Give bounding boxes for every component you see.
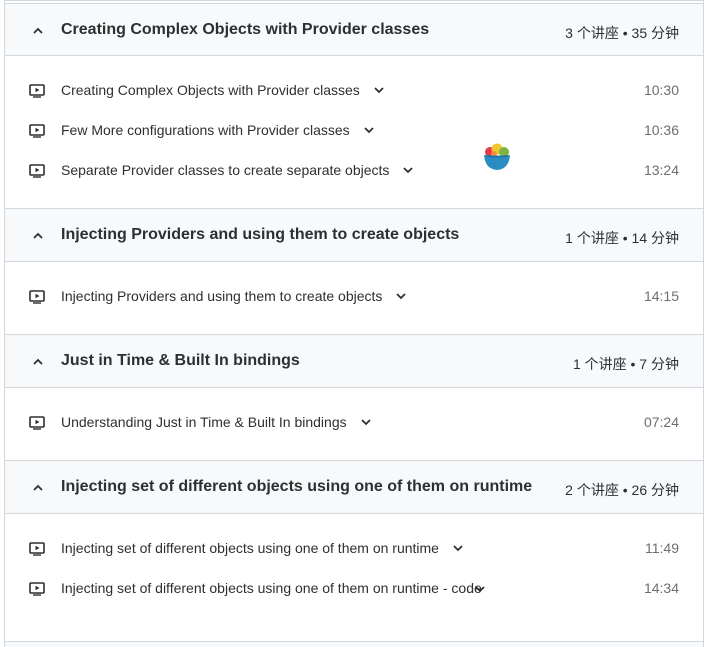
lecture-item[interactable]: Understanding Just in Time & Built In bi… — [5, 412, 703, 434]
video-play-icon — [29, 164, 45, 178]
section-title: Just in Time & Built In bindings — [61, 352, 300, 369]
expand-lecture-button[interactable] — [368, 79, 390, 101]
lecture-duration: 11:49 — [645, 540, 679, 556]
lecture-duration: 10:30 — [643, 82, 679, 98]
chevron-down-icon — [396, 293, 407, 300]
section-header-injecting-providers[interactable]: Injecting Providers and using them to cr… — [5, 208, 703, 262]
chevron-down-icon — [360, 419, 371, 426]
chevron-up-icon — [33, 358, 43, 365]
expand-lecture-button[interactable] — [390, 285, 412, 307]
lecture-duration: 14:15 — [643, 288, 679, 304]
expand-lecture-button[interactable] — [355, 411, 377, 433]
lecture-duration: 14:34 — [643, 580, 679, 596]
section-meta: 2 个讲座 • 26 分钟 — [565, 482, 679, 498]
video-play-icon — [29, 84, 45, 98]
lecture-item[interactable]: Creating Complex Objects with Provider c… — [5, 80, 703, 102]
section-title: Injecting Providers and using them to cr… — [61, 226, 460, 243]
lecture-item[interactable]: Injecting set of different objects using… — [5, 538, 703, 560]
lecture-title: Creating Complex Objects with Provider c… — [61, 80, 390, 102]
section-meta: 1 个讲座 • 7 分钟 — [572, 356, 679, 372]
expand-lecture-button[interactable] — [358, 119, 380, 141]
video-play-icon — [29, 542, 45, 556]
chevron-down-icon — [453, 545, 463, 552]
video-play-icon — [29, 582, 45, 596]
video-play-icon — [29, 124, 45, 138]
section-divider — [5, 641, 703, 647]
lecture-title: Injecting Providers and using them to cr… — [61, 286, 412, 308]
lecture-title: Injecting set of different objects using… — [61, 538, 469, 560]
video-play-icon — [29, 416, 45, 430]
expand-lecture-button[interactable] — [469, 578, 491, 600]
lecture-title: Understanding Just in Time & Built In bi… — [61, 412, 377, 434]
lecture-title: Injecting set of different objects using… — [61, 578, 511, 598]
chevron-up-icon — [33, 27, 43, 34]
chevron-down-icon — [475, 586, 485, 593]
chevron-up-icon — [33, 232, 43, 239]
chevron-up-icon — [33, 484, 43, 491]
expand-lecture-button[interactable] — [447, 537, 469, 559]
video-play-icon — [29, 290, 45, 304]
section-header-provider-classes[interactable]: Creating Complex Objects with Provider c… — [5, 3, 703, 56]
section-title: Creating Complex Objects with Provider c… — [61, 21, 430, 38]
lecture-title: Few More configurations with Provider cl… — [61, 120, 380, 142]
expand-lecture-button[interactable] — [397, 159, 419, 181]
lecture-duration: 10:36 — [643, 122, 679, 138]
lecture-item[interactable]: Injecting Providers and using them to cr… — [5, 286, 703, 308]
lecture-item[interactable]: Few More configurations with Provider cl… — [5, 120, 703, 142]
lecture-item[interactable]: Separate Provider classes to create sepa… — [5, 160, 703, 182]
curriculum-list: Creating Complex Objects with Provider c… — [4, 0, 704, 647]
lecture-item[interactable]: Injecting set of different objects using… — [5, 578, 703, 622]
lecture-duration: 07:24 — [643, 414, 679, 430]
lecture-duration: 13:24 — [643, 162, 679, 178]
chevron-down-icon — [374, 87, 384, 94]
section-title: Injecting set of different objects using… — [61, 478, 533, 495]
section-meta: 1 个讲座 • 14 分钟 — [565, 230, 679, 246]
lecture-title: Separate Provider classes to create sepa… — [61, 160, 419, 182]
chevron-down-icon — [403, 167, 414, 174]
section-meta: 3 个讲座 • 35 分钟 — [565, 25, 679, 41]
section-header-just-in-time[interactable]: Just in Time & Built In bindings 1 个讲座 •… — [5, 334, 703, 388]
section-header-injecting-set[interactable]: Injecting set of different objects using… — [5, 460, 703, 514]
salad-bowl-icon — [484, 143, 510, 170]
chevron-down-icon — [364, 127, 374, 134]
